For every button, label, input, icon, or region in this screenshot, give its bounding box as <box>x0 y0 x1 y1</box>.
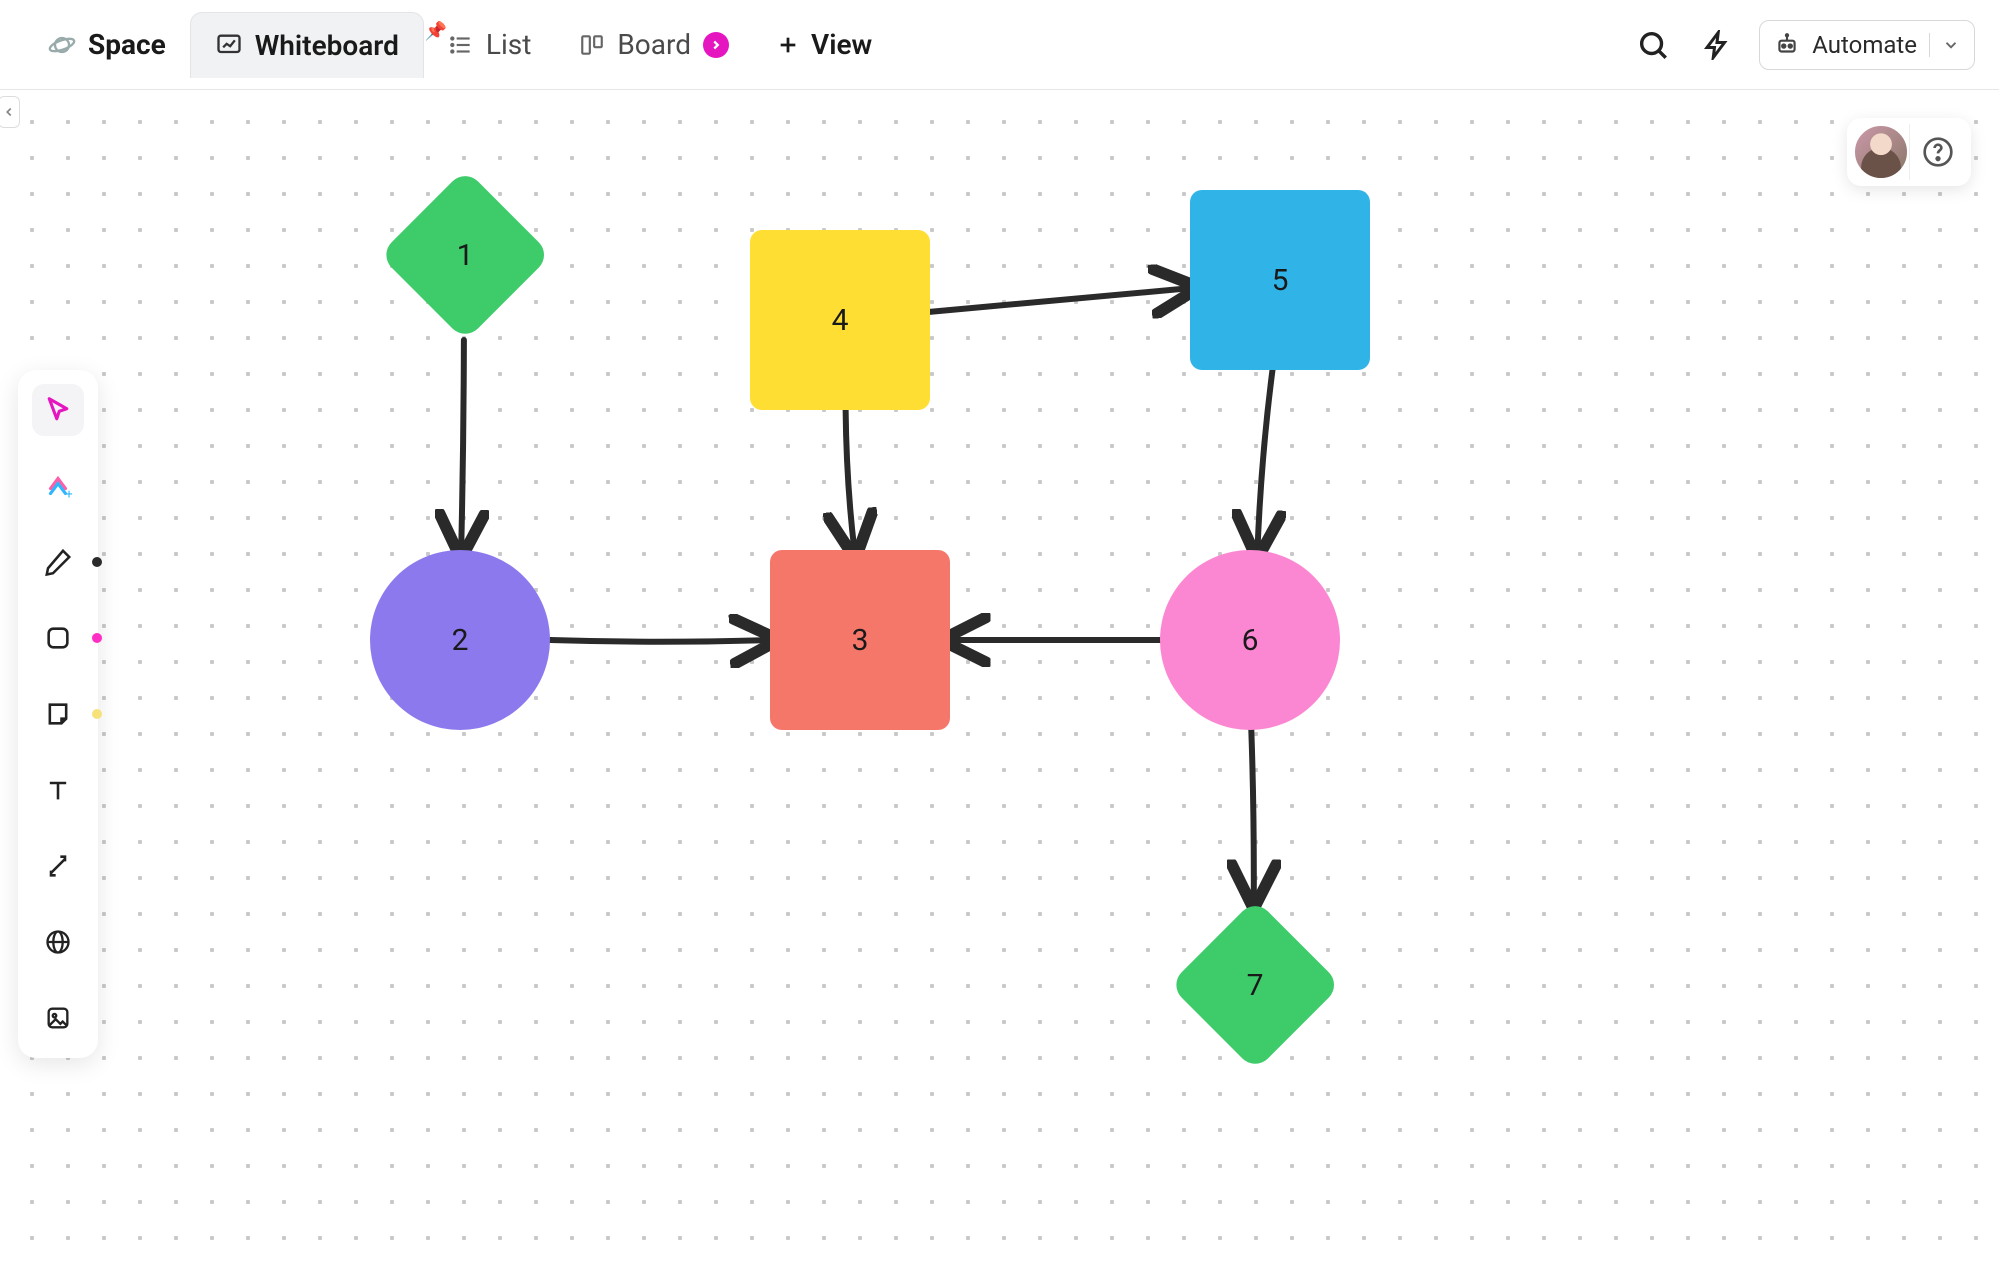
header-right: Automate <box>1631 20 1975 70</box>
tool-ai-shape[interactable]: + <box>32 460 84 512</box>
tool-pen[interactable] <box>32 536 84 588</box>
tab-whiteboard-label: Whiteboard <box>255 29 399 62</box>
help-icon <box>1922 136 1954 168</box>
text-icon <box>44 776 72 804</box>
tab-space[interactable]: Space <box>24 12 190 77</box>
drawing-toolbar: + <box>18 370 98 1058</box>
sticky-icon <box>44 700 72 728</box>
tool-sticky[interactable] <box>32 688 84 740</box>
search-button[interactable] <box>1631 23 1675 67</box>
node-label: 1 <box>457 238 474 273</box>
avatar[interactable] <box>1853 124 1909 180</box>
tab-view-label: View <box>811 28 872 61</box>
whiteboard-icon <box>215 31 243 59</box>
shape-color-dot <box>92 633 102 643</box>
quick-action-button[interactable] <box>1695 23 1739 67</box>
tab-add-view[interactable]: View <box>753 12 896 77</box>
node-5[interactable]: 5 <box>1190 190 1370 370</box>
connector-icon <box>44 852 72 880</box>
ai-icon: + <box>43 471 73 501</box>
node-label: 6 <box>1242 623 1259 658</box>
node-label: 7 <box>1247 968 1264 1003</box>
tool-text[interactable] <box>32 764 84 816</box>
tool-image[interactable] <box>32 992 84 1044</box>
node-6[interactable]: 6 <box>1160 550 1340 730</box>
square-icon <box>44 624 72 652</box>
header-tabs: Space 📌 Whiteboard List Board View Autom… <box>0 0 1999 90</box>
node-3[interactable]: 3 <box>770 550 950 730</box>
node-4[interactable]: 4 <box>750 230 930 410</box>
whiteboard-canvas[interactable]: 1 4 5 2 3 6 7 + <box>0 90 1999 1272</box>
node-label: 3 <box>852 623 869 658</box>
automate-button[interactable]: Automate <box>1759 20 1975 70</box>
tab-board[interactable]: Board <box>555 12 753 77</box>
robot-icon <box>1774 32 1800 58</box>
svg-text:+: + <box>66 488 73 502</box>
pin-icon: 📌 <box>425 21 447 42</box>
tab-board-label: Board <box>617 28 691 61</box>
plus-icon <box>777 34 799 56</box>
board-icon <box>579 32 605 58</box>
pen-color-dot <box>92 557 102 567</box>
list-icon <box>448 32 474 58</box>
search-icon <box>1636 28 1670 62</box>
globe-icon <box>44 928 72 956</box>
board-badge-icon <box>703 32 729 58</box>
tab-list-label: List <box>486 28 532 61</box>
image-icon <box>44 1004 72 1032</box>
node-2[interactable]: 2 <box>370 550 550 730</box>
automate-label: Automate <box>1812 31 1917 59</box>
tab-space-label: Space <box>88 28 166 61</box>
node-1[interactable]: 1 <box>380 170 550 340</box>
sticky-color-dot <box>92 709 102 719</box>
tool-select[interactable] <box>32 384 84 436</box>
sidebar-expand-handle[interactable] <box>0 96 20 128</box>
help-button[interactable] <box>1909 124 1965 180</box>
chevron-down-icon <box>1942 36 1960 54</box>
dot-grid <box>0 90 1999 1272</box>
tool-shape[interactable] <box>32 612 84 664</box>
planet-icon <box>48 31 76 59</box>
tool-web[interactable] <box>32 916 84 968</box>
node-7[interactable]: 7 <box>1170 900 1340 1070</box>
pen-icon <box>43 547 73 577</box>
canvas-presence-bar <box>1847 118 1971 186</box>
tool-connector[interactable] <box>32 840 84 892</box>
node-label: 5 <box>1272 263 1289 298</box>
automate-caret[interactable] <box>1929 33 1960 57</box>
lightning-icon <box>1702 30 1732 60</box>
node-label: 2 <box>452 623 469 658</box>
node-label: 4 <box>832 303 849 338</box>
tab-whiteboard[interactable]: 📌 Whiteboard <box>190 12 424 78</box>
cursor-icon <box>43 395 73 425</box>
